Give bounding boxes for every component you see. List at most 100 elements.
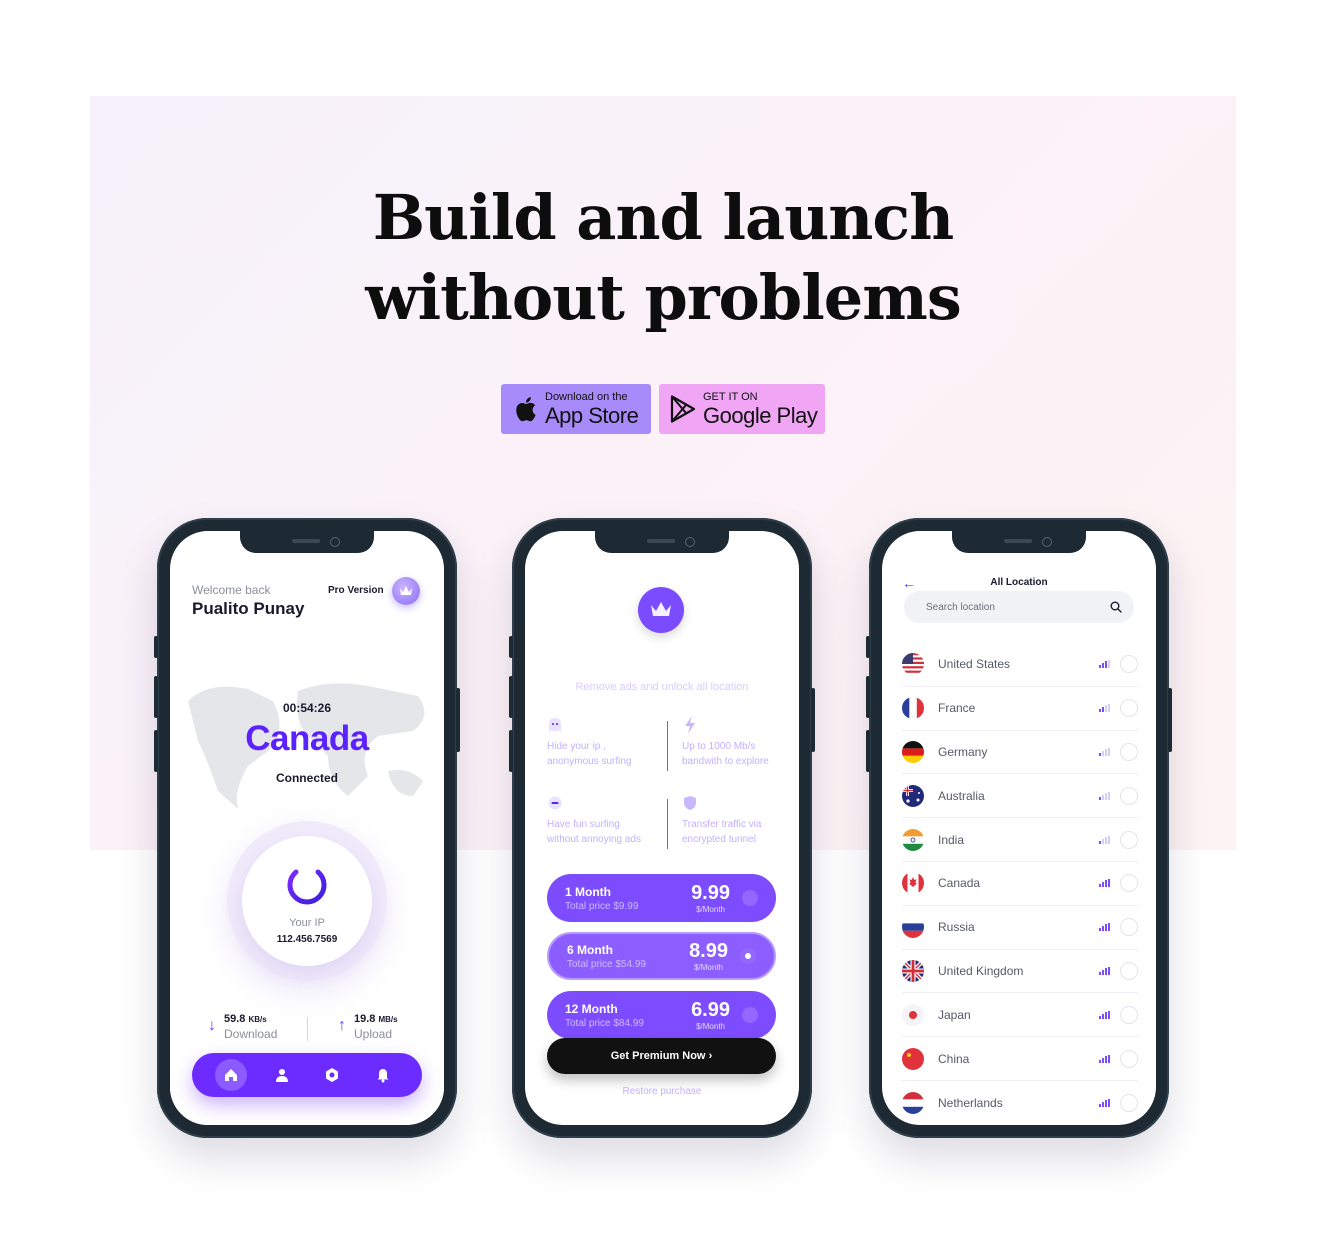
feature-desc: Hide your ip ,: [547, 741, 606, 752]
country-radio[interactable]: [1120, 1005, 1138, 1024]
arrow-up-icon: ↑: [338, 1017, 346, 1034]
country-radio[interactable]: [1120, 874, 1138, 893]
country-row[interactable]: France: [902, 687, 1138, 731]
country-radio[interactable]: [1120, 1049, 1138, 1068]
country-radio[interactable]: [1120, 742, 1138, 761]
phone-side-button: [456, 688, 460, 752]
flag-icon-jp: [902, 1003, 924, 1026]
plan-total: Total price $9.99: [565, 900, 639, 912]
country-name: United States: [938, 657, 1011, 672]
power-button[interactable]: Your IP 112.456.7569: [242, 836, 372, 966]
country-radio[interactable]: [1120, 699, 1138, 718]
flag-icon-au: [902, 784, 924, 807]
country-radio[interactable]: [1120, 655, 1138, 674]
arrow-down-icon: ↓: [208, 1017, 216, 1034]
phone-side-button: [154, 676, 158, 718]
bolt-icon: [682, 716, 698, 734]
country-name: Russia: [938, 920, 975, 935]
plan-name: 1 Month: [565, 884, 611, 899]
home-icon: [225, 1069, 238, 1081]
country-radio[interactable]: [1120, 961, 1138, 980]
country-name: France: [938, 701, 976, 716]
app-store-small-text: Download on the: [545, 390, 628, 403]
chevron-right-icon: ›: [708, 1050, 713, 1062]
flag-icon-nl: [902, 1091, 924, 1114]
country-row[interactable]: United States: [902, 643, 1138, 687]
country-radio[interactable]: [1120, 918, 1138, 937]
phone-side-button: [866, 676, 870, 718]
nav-notifications[interactable]: [367, 1059, 399, 1091]
country-radio[interactable]: [1120, 1093, 1138, 1112]
feature-remove-ads: Remove Ads Have fun surfing without annoy…: [547, 795, 667, 847]
plan-1-month[interactable]: 1 Month Total price $9.99 9.99 $/Month: [547, 874, 776, 922]
plan-period: $/Month: [696, 904, 725, 914]
country-row[interactable]: United Kingdom: [902, 950, 1138, 994]
hero-headline: Build and launch without problems: [0, 178, 1326, 338]
plan-price: 6.99: [691, 998, 730, 1021]
upload-stat: ↑ 19.8 MB/s Upload: [338, 1013, 398, 1041]
country-row[interactable]: Australia: [902, 774, 1138, 819]
country-name: Japan: [938, 1007, 971, 1022]
plan-6-month[interactable]: 6 Month Total price $54.99 8.99 $/Month: [547, 932, 776, 980]
power-icon: [287, 861, 327, 905]
phone-side-button: [811, 688, 815, 752]
user-name: Pualito Punay: [192, 599, 305, 618]
country-row[interactable]: Germany: [902, 731, 1138, 775]
plan-12-month[interactable]: 12 Month Total price $84.99 6.99 $/Month: [547, 991, 776, 1039]
signal-strength-icon: [1099, 966, 1110, 975]
app-store-big-text: App Store: [545, 402, 639, 428]
back-arrow-icon[interactable]: ←: [545, 577, 561, 595]
country-row[interactable]: Japan: [902, 993, 1138, 1038]
nav-settings[interactable]: [316, 1059, 348, 1091]
plan-radio-selected[interactable]: [740, 948, 756, 964]
flag-icon-cn: [902, 1047, 924, 1070]
feature-desc: Have fun surfing: [547, 819, 620, 830]
google-play-button[interactable]: GET IT ON Google Play: [659, 384, 825, 434]
feature-anonymous: Anonymous Hide your ip , anonymous surfin…: [547, 717, 667, 769]
country-radio[interactable]: [1120, 786, 1138, 805]
phone-side-button: [866, 636, 870, 658]
signal-strength-icon: [1099, 704, 1110, 713]
download-unit: KB/s: [248, 1015, 267, 1024]
phone-side-button: [866, 730, 870, 772]
country-row[interactable]: Canada: [902, 862, 1138, 906]
search-input[interactable]: [926, 601, 1110, 613]
play-icon: [669, 394, 697, 424]
plan-radio[interactable]: [742, 890, 758, 906]
flag-icon-fr: [902, 697, 924, 720]
country-radio[interactable]: [1120, 830, 1138, 849]
signal-strength-icon: [1099, 923, 1110, 932]
search-icon[interactable]: [1110, 601, 1122, 613]
country-name: Canada: [938, 876, 981, 891]
bottom-nav: [192, 1053, 422, 1097]
crown-icon[interactable]: [392, 577, 420, 605]
welcome-text: Welcome back: [192, 583, 271, 597]
country-name: India: [938, 832, 965, 847]
feature-divider: [667, 721, 668, 771]
user-icon: [275, 1069, 288, 1082]
nav-home[interactable]: [215, 1059, 248, 1091]
country-name: Germany: [938, 744, 988, 759]
country-row[interactable]: Netherlands: [902, 1081, 1138, 1125]
phone-notch: [240, 531, 374, 553]
get-premium-button[interactable]: Get Premium Now ›: [547, 1038, 776, 1074]
crown-icon: [638, 587, 684, 633]
home-screen: Welcome back Pualito Punay Pro Version 0…: [170, 531, 444, 1125]
restore-purchase-link[interactable]: Restore purchase: [525, 1086, 799, 1097]
search-bar: [904, 591, 1134, 623]
connection-timer: 00:54:26: [282, 701, 332, 715]
app-store-button[interactable]: Download on the App Store: [501, 384, 651, 434]
settings-icon: [326, 1068, 339, 1082]
signal-strength-icon: [1099, 1098, 1110, 1107]
country-row[interactable]: India: [902, 818, 1138, 862]
country-row[interactable]: Russia: [902, 906, 1138, 950]
phone-notch: [595, 531, 729, 553]
country-row[interactable]: China: [902, 1037, 1138, 1081]
upload-unit: MB/s: [378, 1015, 398, 1024]
phone-side-button: [509, 636, 513, 658]
nav-profile[interactable]: [266, 1059, 298, 1091]
headline-line-1: Build and launch: [372, 181, 954, 254]
plan-radio[interactable]: [742, 1007, 758, 1023]
phone-premium: ← Get premium today Remove ads and unloc…: [509, 518, 815, 1138]
ip-address: 112.456.7569: [276, 934, 338, 945]
